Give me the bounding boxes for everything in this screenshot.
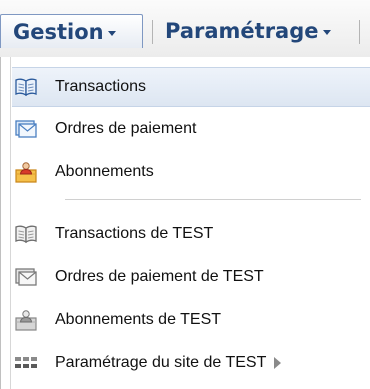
menu-item-ordres-de-paiement-test[interactable]: Ordres de paiement de TEST [12,257,370,297]
menu-item-label: Ordres de paiement de TEST [55,268,264,285]
menu-parametrage-label: Paramétrage [165,19,319,43]
book-icon [15,76,37,98]
site-grid-icon [15,352,37,374]
menu-item-parametrage-site-test[interactable]: Paramétrage du site de TEST [12,343,370,383]
gestion-dropdown-menu: Transactions Ordres de paiement Abonneme… [0,57,370,389]
menu-item-label: Transactions de TEST [55,225,214,242]
menu-item-ordres-de-paiement[interactable]: Ordres de paiement [12,109,370,149]
menu-parametrage[interactable]: Paramétrage [161,14,331,48]
menu-divider [65,199,361,200]
menu-item-abonnements-test[interactable]: Abonnements de TEST [12,300,370,340]
menu-item-label: Ordres de paiement [55,120,197,137]
menu-gestion-label: Gestion [13,19,104,44]
top-navbar: Gestion Paramétrage [0,0,370,58]
menu-item-label: Abonnements de TEST [55,311,222,328]
menu-item-transactions-test[interactable]: Transactions de TEST [12,214,370,254]
menu-icon-strip [10,57,11,389]
menu-item-abonnements[interactable]: Abonnements [12,152,370,192]
menu-item-transactions[interactable]: Transactions [12,67,370,107]
menu-item-label: Abonnements [55,163,154,180]
chevron-down-icon [322,30,331,35]
subscription-folder-icon [15,309,37,331]
menu-item-label: Paramétrage du site de TEST [55,354,267,371]
nav-separator [359,20,360,44]
book-icon [15,223,37,245]
nav-separator [152,20,153,44]
chevron-down-icon [107,30,116,36]
payment-order-icon [15,118,37,140]
subscription-folder-icon [15,161,37,183]
chevron-right-icon [274,357,282,369]
menu-gestion[interactable]: Gestion [0,14,143,48]
menu-item-label: Transactions [55,78,146,95]
payment-order-icon [15,266,37,288]
